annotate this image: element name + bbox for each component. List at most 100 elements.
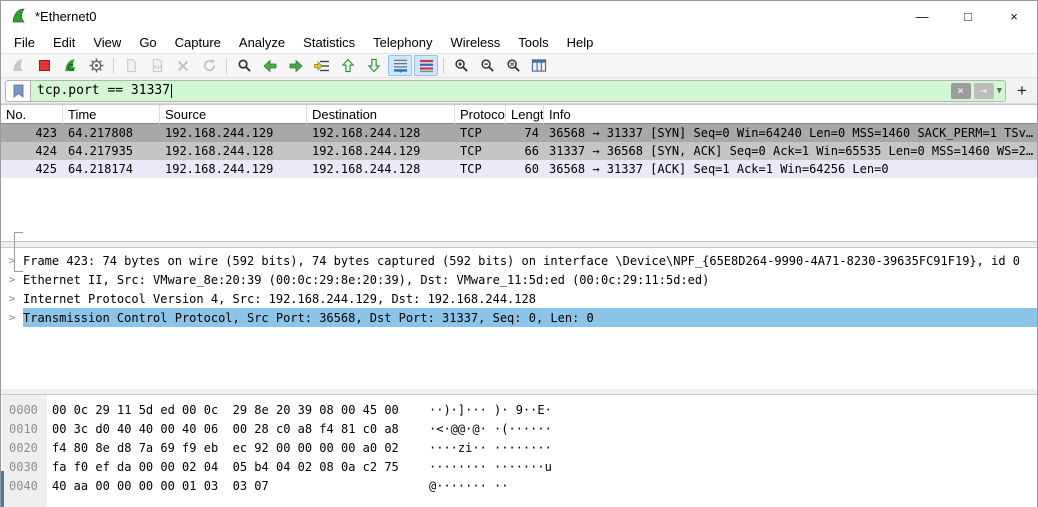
filter-apply-button[interactable]: →	[974, 83, 994, 99]
display-filter-input[interactable]: tcp.port == 31337 × → ▼	[31, 80, 1006, 102]
filter-text: tcp.port == 31337	[37, 83, 170, 98]
binary-document-icon: 010	[150, 58, 165, 73]
colorize-toggle[interactable]	[414, 55, 438, 76]
main-toolbar: 010	[1, 53, 1037, 78]
detail-row-ethernet[interactable]: > Ethernet II, Src: VMware_8e:20:39 (00:…	[1, 270, 1037, 289]
arrow-left-icon	[262, 59, 278, 73]
save-file-button[interactable]: 010	[145, 55, 169, 76]
open-file-button[interactable]	[119, 55, 143, 76]
hex-row[interactable]: 0010 00 3c d0 40 40 00 40 06 00 28 c0 a8…	[1, 419, 1037, 438]
auto-scroll-icon	[393, 58, 408, 73]
detail-row-frame[interactable]: > Frame 423: 74 bytes on wire (592 bits)…	[1, 251, 1037, 270]
menu-edit[interactable]: Edit	[44, 33, 84, 52]
go-to-packet-button[interactable]	[310, 55, 334, 76]
hex-row[interactable]: 0040 40 aa 00 00 00 00 01 03 03 07 @····…	[1, 476, 1037, 495]
packet-row[interactable]: 425 64.218174 192.168.244.129 192.168.24…	[1, 160, 1037, 178]
zoom-out-icon	[480, 58, 495, 73]
expand-chevron-icon[interactable]: >	[1, 273, 23, 286]
column-header-protocol[interactable]: Protocol	[455, 105, 506, 124]
toolbar-separator	[113, 58, 114, 74]
shark-fin-icon	[11, 58, 26, 73]
menu-tools[interactable]: Tools	[509, 33, 557, 52]
start-capture-button[interactable]	[6, 55, 30, 76]
go-back-button[interactable]	[258, 55, 282, 76]
expand-chevron-icon[interactable]: >	[1, 311, 23, 324]
resize-columns-icon	[531, 58, 547, 73]
detail-row-ip[interactable]: > Internet Protocol Version 4, Src: 192.…	[1, 289, 1037, 308]
find-packet-button[interactable]	[232, 55, 256, 76]
filter-bar: tcp.port == 31337 × → ▼ +	[1, 78, 1037, 104]
bookmark-icon	[13, 84, 24, 98]
hex-row[interactable]: 0000 00 0c 29 11 5d ed 00 0c 29 8e 20 39…	[1, 400, 1037, 419]
menu-statistics[interactable]: Statistics	[294, 33, 364, 52]
conversation-bracket	[14, 232, 23, 272]
filter-dropdown-caret[interactable]: ▼	[997, 86, 1002, 96]
arrow-down-icon	[367, 58, 381, 73]
column-header-time[interactable]: Time	[63, 105, 160, 124]
close-capture-button[interactable]	[171, 55, 195, 76]
wireshark-logo-icon	[10, 7, 28, 25]
packet-row[interactable]: 424 64.217935 192.168.244.128 192.168.24…	[1, 142, 1037, 160]
arrow-right-icon	[288, 59, 304, 73]
hex-row[interactable]: 0020 f4 80 8e d8 7a 69 f9 eb ec 92 00 00…	[1, 438, 1037, 457]
capture-options-button[interactable]	[84, 55, 108, 76]
svg-text:010: 010	[153, 64, 162, 70]
go-first-packet-button[interactable]	[336, 55, 360, 76]
column-header-no[interactable]: No.	[1, 105, 63, 124]
packet-list-header: No. Time Source Destination Protocol Len…	[1, 105, 1037, 124]
filter-bookmark-button[interactable]	[5, 80, 31, 102]
zoom-in-button[interactable]	[449, 55, 473, 76]
document-icon	[124, 58, 139, 73]
menu-view[interactable]: View	[84, 33, 130, 52]
expand-chevron-icon[interactable]: >	[1, 292, 23, 305]
column-header-info[interactable]: Info	[544, 105, 1037, 124]
stop-square-icon	[39, 60, 50, 71]
menu-analyze[interactable]: Analyze	[230, 33, 294, 52]
resize-columns-button[interactable]	[527, 55, 551, 76]
column-header-source[interactable]: Source	[160, 105, 307, 124]
menu-file[interactable]: File	[5, 33, 44, 52]
window-title: *Ethernet0	[35, 9, 899, 24]
close-file-icon	[176, 59, 190, 73]
menu-go[interactable]: Go	[130, 33, 165, 52]
pane-splitter[interactable]	[1, 241, 1037, 248]
restart-capture-button[interactable]	[58, 55, 82, 76]
menu-wireless[interactable]: Wireless	[441, 33, 509, 52]
detail-row-tcp-selected[interactable]: > Transmission Control Protocol, Src Por…	[1, 308, 1037, 327]
maximize-button[interactable]: □	[945, 1, 991, 31]
column-header-destination[interactable]: Destination	[307, 105, 455, 124]
title-bar: *Ethernet0 — □ ×	[1, 1, 1037, 31]
minimize-button[interactable]: —	[899, 1, 945, 31]
arrow-up-icon	[341, 58, 355, 73]
filter-add-button[interactable]: +	[1011, 80, 1033, 102]
menu-telephony[interactable]: Telephony	[364, 33, 441, 52]
packet-row[interactable]: 423 64.217808 192.168.244.129 192.168.24…	[1, 124, 1037, 142]
magnifier-icon	[237, 58, 252, 73]
shark-fin-restart-icon	[63, 58, 78, 73]
zoom-in-icon	[454, 58, 469, 73]
column-header-length[interactable]: Length	[506, 105, 544, 124]
menu-bar: File Edit View Go Capture Analyze Statis…	[1, 31, 1037, 53]
gear-icon	[89, 58, 104, 73]
toolbar-separator	[443, 58, 444, 74]
packet-list-pane: No. Time Source Destination Protocol Len…	[1, 104, 1037, 241]
stop-capture-button[interactable]	[32, 55, 56, 76]
reload-file-button[interactable]	[197, 55, 221, 76]
packet-bytes-pane: 0000 00 0c 29 11 5d ed 00 0c 29 8e 20 39…	[1, 395, 1037, 507]
close-button[interactable]: ×	[991, 1, 1037, 31]
menu-capture[interactable]: Capture	[166, 33, 230, 52]
menu-help[interactable]: Help	[558, 33, 603, 52]
toolbar-separator	[226, 58, 227, 74]
hex-row[interactable]: 0030 fa f0 ef da 00 00 02 04 05 b4 04 02…	[1, 457, 1037, 476]
reload-icon	[202, 58, 217, 73]
packet-details-pane: > Frame 423: 74 bytes on wire (592 bits)…	[1, 248, 1037, 389]
go-forward-button[interactable]	[284, 55, 308, 76]
window-edge-accent	[1, 471, 4, 507]
zoom-out-button[interactable]	[475, 55, 499, 76]
zoom-original-icon	[506, 58, 521, 73]
filter-clear-button[interactable]: ×	[951, 83, 971, 99]
go-last-packet-button[interactable]	[362, 55, 386, 76]
zoom-reset-button[interactable]	[501, 55, 525, 76]
auto-scroll-toggle[interactable]	[388, 55, 412, 76]
colorize-icon	[419, 58, 434, 73]
